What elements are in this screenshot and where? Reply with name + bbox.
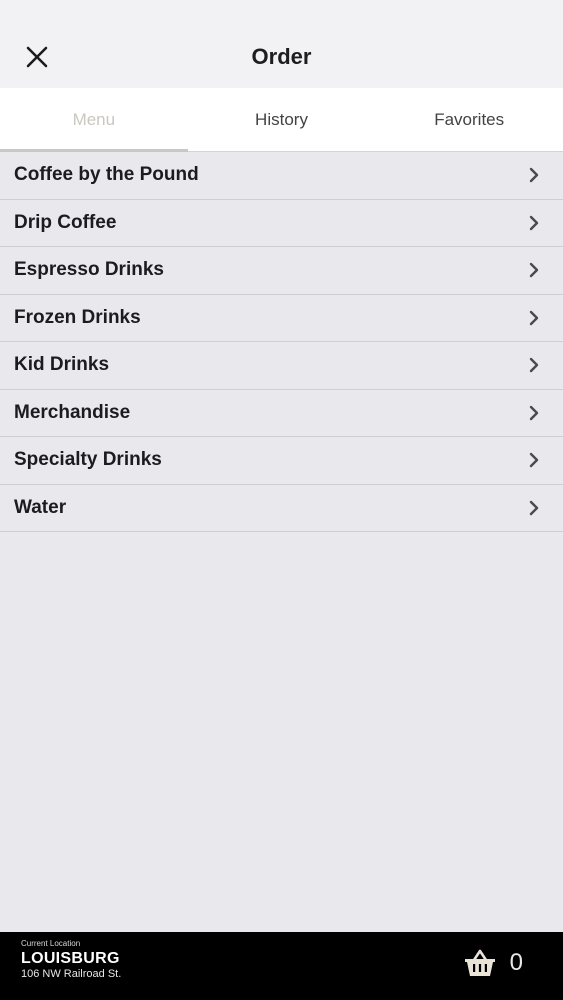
tab-menu[interactable]: Menu — [0, 88, 188, 152]
chevron-right-icon — [529, 215, 539, 230]
cart-button[interactable]: 0 — [464, 948, 523, 978]
location-cart-bar: Current Location LOUISBURG 106 NW Railro… — [0, 932, 563, 1000]
cart-count: 0 — [509, 949, 523, 976]
chevron-right-icon — [529, 453, 539, 468]
tab-history-label: History — [255, 109, 308, 129]
basket-icon — [464, 949, 495, 976]
chevron-right-icon — [529, 500, 539, 515]
chevron-right-icon — [529, 358, 539, 373]
location-address: 106 NW Railroad St. — [21, 968, 122, 980]
chevron-right-icon — [529, 310, 539, 325]
menu-item-kid-drinks[interactable]: Kid Drinks — [0, 342, 563, 390]
menu-item-label: Drip Coffee — [14, 211, 117, 233]
chevron-right-icon — [529, 263, 539, 278]
location-name[interactable]: LOUISBURG — [21, 950, 120, 968]
menu-item-label: Coffee by the Pound — [14, 164, 199, 186]
menu-item-label: Specialty Drinks — [14, 449, 162, 471]
chevron-right-icon — [529, 168, 539, 183]
menu-item-espresso-drinks[interactable]: Espresso Drinks — [0, 247, 563, 295]
menu-item-label: Frozen Drinks — [14, 306, 141, 328]
menu-item-water[interactable]: Water — [0, 484, 563, 532]
location-caption: Current Location — [21, 939, 81, 948]
menu-item-coffee-by-the-pound[interactable]: Coffee by the Pound — [0, 152, 563, 200]
menu-item-drip-coffee[interactable]: Drip Coffee — [0, 199, 563, 247]
menu-item-specialty-drinks[interactable]: Specialty Drinks — [0, 437, 563, 485]
menu-item-label: Espresso Drinks — [14, 259, 164, 281]
menu-item-label: Water — [14, 496, 67, 518]
tab-history[interactable]: History — [188, 88, 376, 151]
tab-menu-label: Menu — [72, 109, 116, 129]
header-bar: Order — [0, 0, 563, 88]
tab-favorites[interactable]: Favorites — [375, 88, 563, 151]
menu-item-frozen-drinks[interactable]: Frozen Drinks — [0, 294, 563, 342]
menu-item-label: Merchandise — [14, 401, 131, 423]
menu-item-merchandise[interactable]: Merchandise — [0, 389, 563, 437]
page-title: Order — [251, 44, 312, 69]
menu-category-list: Coffee by the Pound Drip Coffee Espresso… — [0, 152, 563, 532]
tab-bar: Menu History Favorites — [0, 88, 563, 152]
menu-item-label: Kid Drinks — [14, 354, 110, 376]
tab-favorites-label: Favorites — [434, 109, 505, 129]
chevron-right-icon — [529, 405, 539, 420]
